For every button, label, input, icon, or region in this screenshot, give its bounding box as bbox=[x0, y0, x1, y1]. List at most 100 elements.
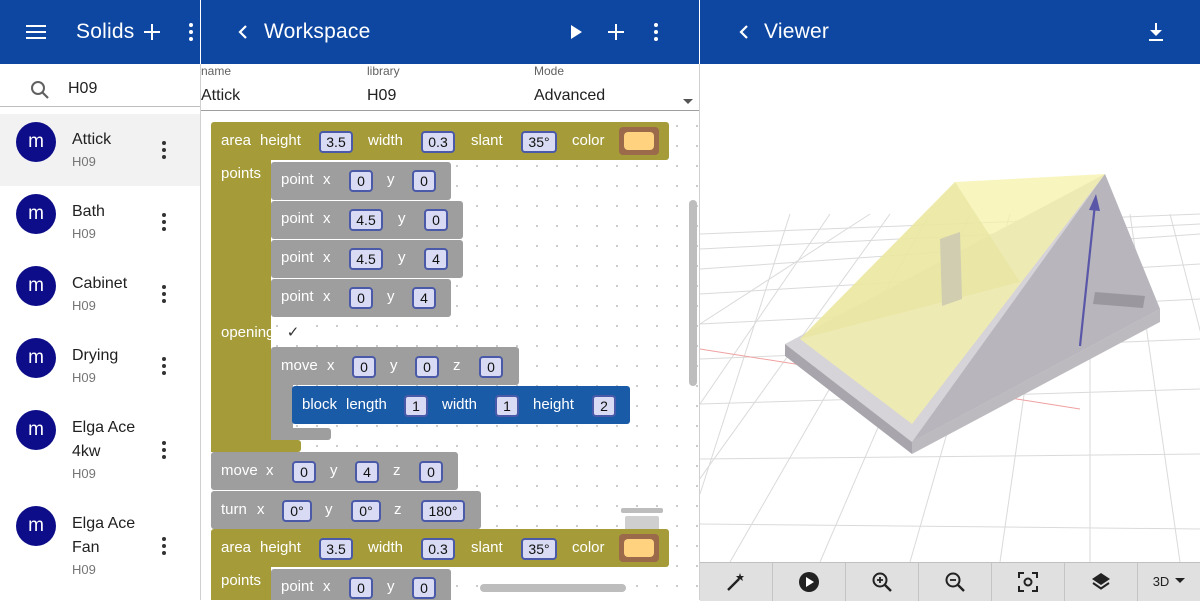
move-keyword: move bbox=[221, 462, 258, 479]
solid-more-icon[interactable] bbox=[156, 138, 172, 162]
move-z-label: z bbox=[393, 462, 401, 479]
viewer-back-icon[interactable] bbox=[730, 18, 758, 46]
width-input[interactable]: 0.3 bbox=[421, 131, 455, 153]
chevron-down-icon[interactable] bbox=[682, 93, 694, 111]
turn-x-input[interactable]: 0° bbox=[282, 500, 312, 522]
move-z-input[interactable]: 0 bbox=[479, 356, 503, 378]
point-y-label: y bbox=[387, 578, 395, 595]
move-x-input[interactable]: 0 bbox=[352, 356, 376, 378]
add-block-icon[interactable] bbox=[602, 18, 630, 46]
point-y-input[interactable]: 0 bbox=[412, 170, 436, 192]
download-icon[interactable] bbox=[1142, 18, 1170, 46]
view-mode-select[interactable]: 3D bbox=[1138, 562, 1200, 600]
move-y-input[interactable]: 4 bbox=[355, 461, 379, 483]
solid-item-bath[interactable]: m Bath H09 bbox=[0, 186, 200, 258]
workspace-horizontal-scrollbar[interactable] bbox=[480, 584, 626, 592]
zoom-out-icon bbox=[945, 572, 965, 592]
solid-title: Drying bbox=[72, 347, 119, 364]
workspace-vertical-scrollbar[interactable] bbox=[689, 200, 697, 386]
solid-subtitle: H09 bbox=[72, 298, 96, 313]
search-input[interactable]: H09 bbox=[68, 80, 97, 98]
move-z-label: z bbox=[453, 357, 461, 374]
point-y-input[interactable]: 0 bbox=[424, 209, 448, 231]
solid-more-icon[interactable] bbox=[156, 354, 172, 378]
block-height-label: height bbox=[533, 396, 574, 413]
point-x-input[interactable]: 0 bbox=[349, 577, 373, 599]
solid-more-icon[interactable] bbox=[156, 210, 172, 234]
move-x-input[interactable]: 0 bbox=[292, 461, 316, 483]
solid-more-icon[interactable] bbox=[156, 438, 172, 462]
zoom-in-icon bbox=[872, 572, 892, 592]
color-picker[interactable] bbox=[619, 127, 659, 155]
point-x-label: x bbox=[323, 578, 331, 595]
name-field[interactable]: Attick bbox=[201, 87, 240, 105]
library-field[interactable]: H09 bbox=[367, 87, 396, 105]
turn-z-input[interactable]: 180° bbox=[421, 500, 465, 522]
magic-wand-button[interactable] bbox=[700, 563, 773, 601]
solid-item-drying[interactable]: m Drying H09 bbox=[0, 330, 200, 402]
layers-button[interactable] bbox=[1065, 563, 1138, 601]
area-block-body bbox=[211, 156, 271, 452]
length-input[interactable]: 1 bbox=[404, 395, 428, 417]
point-x-label: x bbox=[323, 288, 331, 305]
solid-subtitle: H09 bbox=[72, 466, 96, 481]
slant-input[interactable]: 35° bbox=[521, 538, 557, 560]
solid-item-attick[interactable]: m Attick H09 bbox=[0, 114, 200, 186]
point-x-input[interactable]: 0 bbox=[349, 287, 373, 309]
add-solid-icon[interactable] bbox=[138, 18, 166, 46]
height-input[interactable]: 3.5 bbox=[319, 538, 353, 560]
point-x-label: x bbox=[323, 210, 331, 227]
solid-more-icon[interactable] bbox=[156, 282, 172, 306]
play-button[interactable] bbox=[773, 563, 846, 601]
mode-select[interactable]: Advanced bbox=[534, 87, 605, 105]
avatar: m bbox=[16, 122, 56, 162]
block-width-input[interactable]: 1 bbox=[495, 395, 519, 417]
turn-y-input[interactable]: 0° bbox=[351, 500, 381, 522]
point-keyword: point bbox=[281, 288, 314, 305]
height-label: height bbox=[260, 539, 301, 556]
solid-title: Attick bbox=[72, 131, 112, 148]
menu-icon[interactable] bbox=[22, 18, 50, 46]
move-y-input[interactable]: 0 bbox=[415, 356, 439, 378]
block-height-input[interactable]: 2 bbox=[592, 395, 616, 417]
point-y-label: y bbox=[398, 249, 406, 266]
openings-checkbox[interactable]: ✓ bbox=[284, 323, 302, 341]
point-x-input[interactable]: 4.5 bbox=[349, 209, 383, 231]
slant-label: slant bbox=[471, 539, 503, 556]
avatar: m bbox=[16, 410, 56, 450]
point-y-label: y bbox=[387, 171, 395, 188]
point-x-input[interactable]: 0 bbox=[349, 170, 373, 192]
point-y-input[interactable]: 4 bbox=[424, 248, 448, 270]
width-input[interactable]: 0.3 bbox=[421, 538, 455, 560]
turn-z-label: z bbox=[394, 501, 402, 518]
solid-title: Bath bbox=[72, 203, 105, 220]
point-x-label: x bbox=[323, 171, 331, 188]
solid-item-cabinet[interactable]: m Cabinet H09 bbox=[0, 258, 200, 330]
fit-view-button[interactable] bbox=[992, 563, 1065, 601]
3d-viewer[interactable] bbox=[700, 64, 1200, 562]
zoom-out-button[interactable] bbox=[919, 563, 992, 601]
solid-item-elga-ace-4kw[interactable]: m Elga Ace 4kw H09 bbox=[0, 402, 200, 498]
zoom-in-button[interactable] bbox=[846, 563, 919, 601]
workspace-more-icon[interactable] bbox=[648, 20, 664, 44]
solids-title: Solids bbox=[76, 20, 135, 43]
solid-item-elga-ace-fan[interactable]: m Elga Ace Fan H09 bbox=[0, 498, 200, 594]
solid-more-icon[interactable] bbox=[156, 534, 172, 558]
search-bar[interactable]: H09 bbox=[0, 64, 200, 107]
point-x-input[interactable]: 4.5 bbox=[349, 248, 383, 270]
color-label: color bbox=[572, 539, 605, 556]
point-y-input[interactable]: 4 bbox=[412, 287, 436, 309]
move-z-input[interactable]: 0 bbox=[419, 461, 443, 483]
openings-label: openings bbox=[221, 324, 282, 341]
solids-more-icon[interactable] bbox=[183, 20, 199, 44]
point-y-input[interactable]: 0 bbox=[412, 577, 436, 599]
slant-input[interactable]: 35° bbox=[521, 131, 557, 153]
solid-title-line2: Fan bbox=[72, 539, 100, 556]
color-picker[interactable] bbox=[619, 534, 659, 562]
block-workspace[interactable]: area height 3.5 width 0.3 slant 35° colo… bbox=[201, 112, 699, 600]
name-label: name bbox=[201, 64, 232, 78]
height-input[interactable]: 3.5 bbox=[319, 131, 353, 153]
point-keyword: point bbox=[281, 210, 314, 227]
back-icon[interactable] bbox=[229, 18, 257, 46]
run-icon[interactable] bbox=[562, 18, 590, 46]
